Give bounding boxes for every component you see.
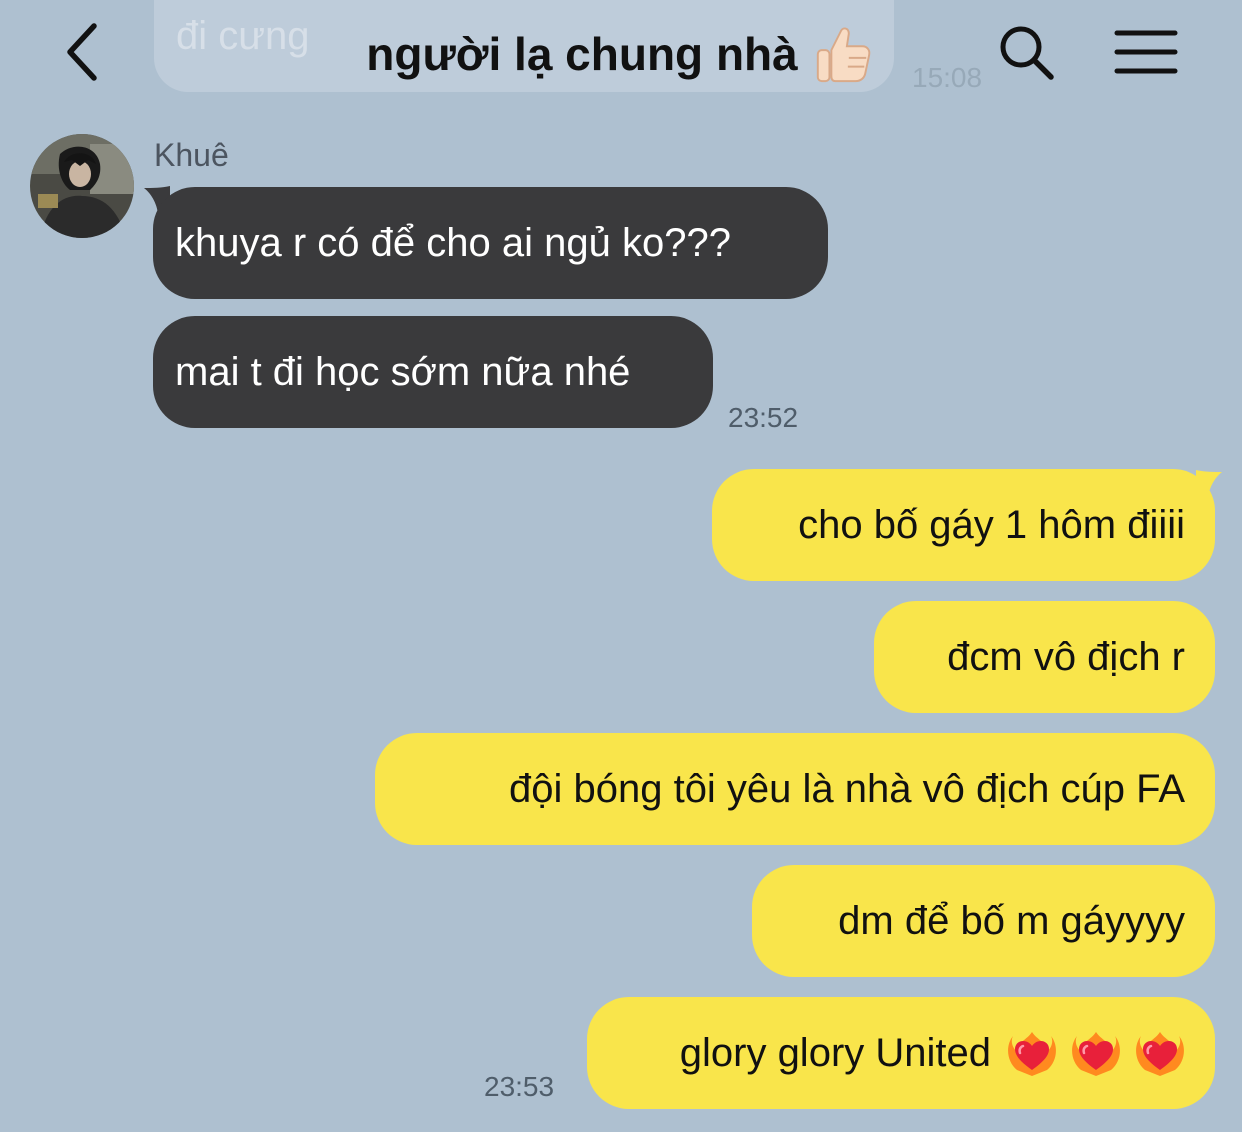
chevron-left-icon [67, 23, 97, 81]
emoji-group [1007, 1028, 1185, 1078]
chat-title: người lạ chung nhà [200, 22, 1040, 86]
outgoing-message-bubble[interactable]: glory glory United [587, 997, 1215, 1109]
hamburger-menu-icon [1114, 30, 1178, 74]
search-button[interactable] [994, 20, 1058, 84]
outgoing-message-bubble[interactable]: dm để bố m gáyyyy [752, 865, 1215, 977]
chat-title-text: người lạ chung nhà [366, 28, 798, 80]
message-text: đội bóng tôi yêu là nhà vô địch cúp FA [508, 766, 1185, 811]
menu-button[interactable] [1110, 20, 1182, 84]
search-icon [1000, 26, 1054, 80]
outgoing-message-bubble[interactable]: cho bố gáy 1 hôm điiii [712, 469, 1215, 581]
heart-on-fire-icon [1136, 1032, 1184, 1076]
message-text: mai t đi học sớm nữa nhé [175, 349, 631, 394]
message-text: glory glory United [679, 1030, 991, 1075]
outgoing-message-bubble[interactable]: đội bóng tôi yêu là nhà vô địch cúp FA [375, 733, 1215, 845]
message-timestamp: 23:52 [728, 402, 799, 433]
contact-avatar[interactable] [30, 134, 134, 238]
avatar-photo [30, 134, 134, 238]
heart-on-fire-icon [1072, 1032, 1120, 1076]
outgoing-message-bubble[interactable]: đcm vô địch r [874, 601, 1215, 713]
back-button[interactable] [52, 18, 112, 86]
message-text: dm để bố m gáyyyy [838, 898, 1185, 943]
message-text: khuya r có để cho ai ngủ ko??? [175, 220, 731, 265]
heart-on-fire-icon [1008, 1032, 1056, 1076]
incoming-message-bubble[interactable]: khuya r có để cho ai ngủ ko??? [153, 187, 828, 299]
message-text: đcm vô địch r [947, 634, 1185, 679]
sender-name: Khuê [154, 137, 229, 173]
thumbs-up-icon [816, 27, 871, 83]
message-text: cho bố gáy 1 hôm điiii [798, 502, 1185, 547]
incoming-message-bubble[interactable]: mai t đi học sớm nữa nhé [153, 316, 713, 428]
message-timestamp: 23:53 [484, 1071, 555, 1102]
